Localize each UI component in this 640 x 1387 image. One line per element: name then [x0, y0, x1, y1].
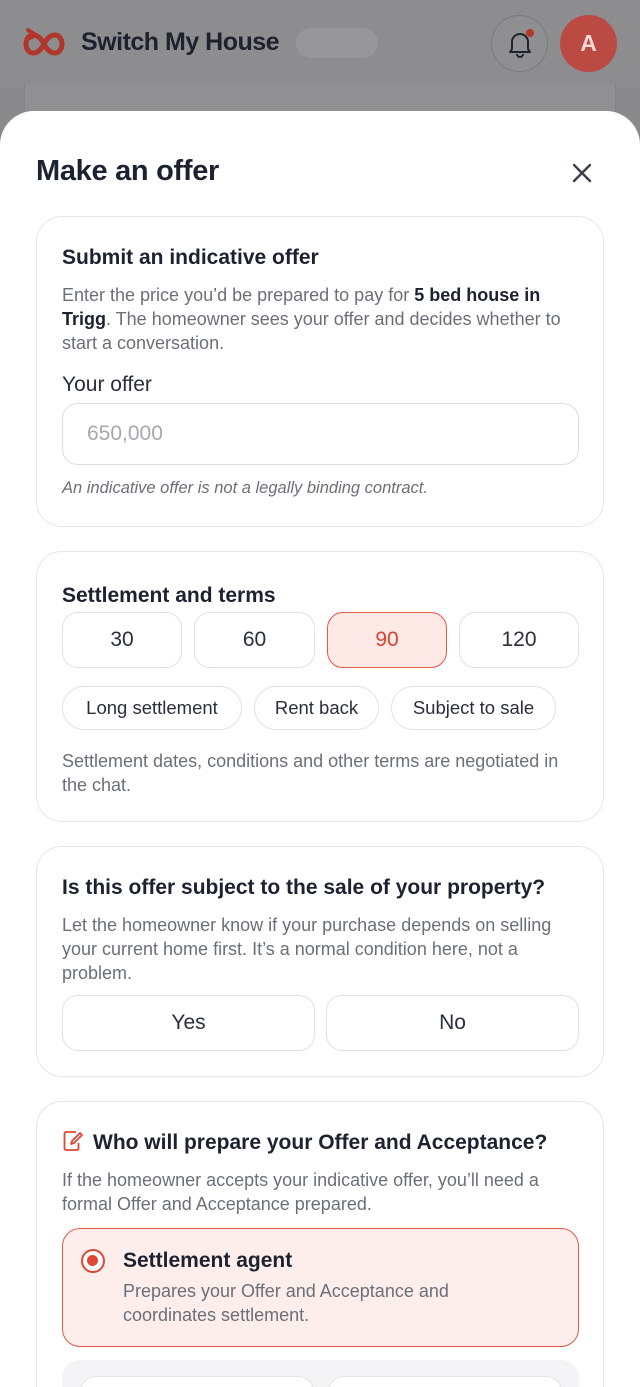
rent-back-chip[interactable]: Rent back — [254, 686, 379, 730]
settlement-agent-option[interactable]: Settlement agent Prepares your Offer and… — [62, 1228, 579, 1347]
settlement-agent-radio[interactable] — [81, 1249, 105, 1273]
logo-icon — [23, 28, 65, 56]
subject-description: Let the homeowner know if your purchase … — [62, 915, 552, 983]
prepare-offer-card: Who will prepare your Offer and Acceptan… — [36, 1101, 604, 1387]
close-icon[interactable] — [566, 157, 598, 189]
app-header: Switch My House A — [0, 0, 640, 88]
settlement-120-button[interactable]: 120 — [459, 612, 579, 668]
settlement-90-button[interactable]: 90 — [327, 612, 447, 668]
prepare-description: If the homeowner accepts your indicative… — [62, 1170, 539, 1214]
offer-input[interactable] — [62, 403, 579, 465]
long-settlement-chip[interactable]: Long settlement — [62, 686, 242, 730]
alternative-option[interactable] — [80, 1376, 314, 1387]
offer-description: Enter the price you’d be prepared to pay… — [62, 285, 561, 353]
card-title: Submit an indicative offer — [62, 246, 319, 269]
alternative-option[interactable] — [328, 1376, 562, 1387]
notifications-button[interactable] — [491, 15, 548, 72]
settlement-60-button[interactable]: 60 — [194, 612, 315, 668]
card-title: Who will prepare your Offer and Acceptan… — [93, 1131, 548, 1154]
make-offer-sheet: Make an offer Submit an indicative offer… — [0, 111, 640, 1387]
settlement-terms-card: Settlement and terms 30 60 90 120 Long s… — [36, 551, 604, 822]
option-description: Prepares your Offer and Acceptance and c… — [123, 1281, 449, 1325]
card-title: Settlement and terms — [62, 584, 276, 607]
header-blurred-element — [296, 28, 378, 58]
avatar[interactable]: A — [560, 15, 617, 72]
document-edit-icon — [63, 1131, 83, 1151]
subject-to-sale-chip[interactable]: Subject to sale — [391, 686, 556, 730]
sheet-title: Make an offer — [36, 155, 220, 187]
brand-name: Switch My House — [81, 28, 280, 56]
settlement-30-button[interactable]: 30 — [62, 612, 182, 668]
alternative-options-group — [62, 1360, 579, 1387]
notification-dot — [526, 29, 534, 37]
no-button[interactable]: No — [326, 995, 579, 1051]
yes-button[interactable]: Yes — [62, 995, 315, 1051]
settlement-description: Settlement dates, conditions and other t… — [62, 751, 559, 795]
subject-to-sale-card: Is this offer subject to the sale of you… — [36, 846, 604, 1077]
indicative-offer-card: Submit an indicative offer Enter the pri… — [36, 216, 604, 527]
offer-label: Your offer — [62, 373, 152, 396]
option-title: Settlement agent — [123, 1249, 293, 1272]
offer-note: An indicative offer is not a legally bin… — [62, 479, 428, 497]
card-title: Is this offer subject to the sale of you… — [62, 876, 546, 899]
